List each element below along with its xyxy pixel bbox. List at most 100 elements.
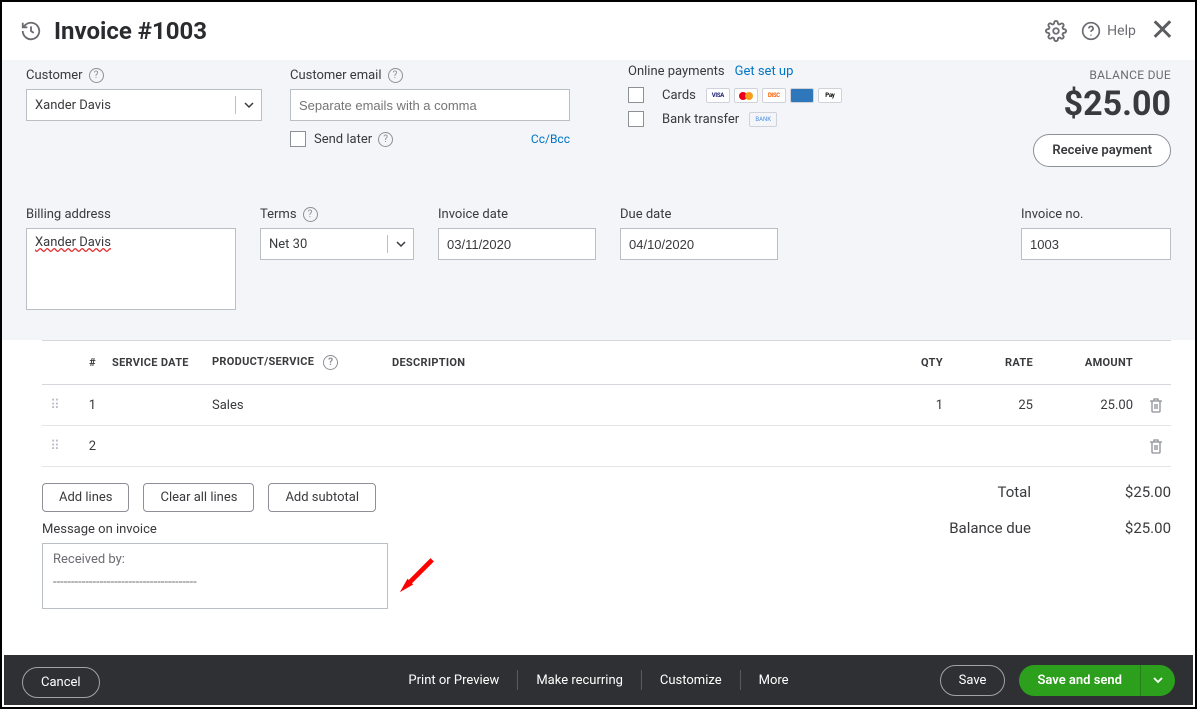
cell-description[interactable] [384,426,881,467]
message-on-invoice-label: Message on invoice [42,522,390,537]
history-icon[interactable] [20,20,42,42]
header-bar: Invoice #1003 Help ✕ [2,2,1195,60]
message-on-invoice-input[interactable]: Received by: ---------------------------… [42,543,388,609]
cell-num: 1 [68,385,104,426]
balance-due-label: Balance due [949,519,1031,537]
apple-pay-icon: Pay [818,88,842,103]
cards-checkbox[interactable] [628,87,644,103]
online-payments-section: Online payments Get set up Cards VISA DI… [628,68,842,135]
amex-icon [790,88,814,103]
cell-service-date[interactable] [104,385,204,426]
trash-icon[interactable] [1149,397,1163,413]
cell-qty[interactable]: 1 [881,385,951,426]
table-row[interactable]: ⠿ 1 Sales 1 25 25.00 [42,385,1171,426]
line-item-buttons: Add lines Clear all lines Add subtotal M… [42,483,390,609]
get-set-up-link[interactable]: Get set up [735,64,794,79]
total-value: $25.00 [1091,483,1171,501]
online-payments-label: Online payments [628,64,725,79]
add-lines-button[interactable]: Add lines [42,483,129,512]
cell-product[interactable] [204,426,384,467]
cancel-button[interactable]: Cancel [22,667,100,698]
customer-field: Customer ? Xander Davis [26,68,262,121]
invoice-no-label: Invoice no. [1021,207,1171,222]
close-icon[interactable]: ✕ [1150,16,1175,46]
cell-product[interactable]: Sales [204,385,384,426]
col-amount: AMOUNT [1041,341,1141,385]
line-items-table: # SERVICE DATE PRODUCT/SERVICE ? DESCRIP… [42,340,1171,467]
balance-due-amount: $25.00 [1033,84,1171,124]
invoice-no-input[interactable] [1021,228,1171,260]
cell-amount[interactable]: 25.00 [1041,385,1141,426]
terms-label: Terms [260,207,297,222]
cards-label: Cards [662,88,696,103]
bank-icon: BANK [749,112,777,127]
email-label: Customer email ? [290,68,570,83]
billing-address-label: Billing address [26,207,236,222]
col-product: PRODUCT/SERVICE ? [204,341,384,385]
discover-icon: DISC [762,88,786,103]
gear-icon[interactable] [1045,20,1067,42]
mastercard-icon [734,88,758,103]
bank-transfer-label: Bank transfer [662,112,739,127]
billing-address-input[interactable]: Xander Davis [26,228,236,310]
customer-label: Customer ? [26,68,262,83]
clear-all-lines-button[interactable]: Clear all lines [143,483,254,512]
col-qty: QTY [881,341,951,385]
terms-field: Terms ? Net 30 [260,207,414,260]
customize-button[interactable]: Customize [642,673,740,688]
customer-combo[interactable]: Xander Davis [26,89,262,121]
trash-icon[interactable] [1149,438,1163,454]
col-num: # [68,341,104,385]
col-rate: RATE [951,341,1041,385]
help-label: Help [1107,23,1136,39]
totals-section: Total $25.00 Balance due $25.00 [949,483,1171,555]
cell-qty[interactable] [881,426,951,467]
due-date-field: Due date [620,207,778,260]
drag-handle-icon[interactable]: ⠿ [50,439,60,454]
billing-address-field: Billing address Xander Davis [26,207,236,310]
bank-transfer-checkbox[interactable] [628,111,644,127]
cell-service-date[interactable] [104,426,204,467]
page-title: Invoice #1003 [54,17,207,45]
invoice-date-input[interactable] [438,228,596,260]
help-icon[interactable]: ? [378,132,393,147]
print-preview-button[interactable]: Print or Preview [390,673,517,688]
balance-section: BALANCE DUE $25.00 Receive payment [1033,68,1171,167]
email-input[interactable] [290,89,570,121]
more-button[interactable]: More [741,673,807,688]
add-subtotal-button[interactable]: Add subtotal [268,483,376,512]
receive-payment-button[interactable]: Receive payment [1033,134,1171,167]
terms-combo[interactable]: Net 30 [260,228,414,260]
help-icon[interactable]: ? [89,68,104,83]
visa-icon: VISA [706,88,730,103]
col-description: DESCRIPTION [384,341,881,385]
cell-rate[interactable]: 25 [951,385,1041,426]
cell-num: 2 [68,426,104,467]
terms-value: Net 30 [269,237,387,252]
save-button[interactable]: Save [940,665,1006,696]
cell-description[interactable] [384,385,881,426]
cell-amount[interactable] [1041,426,1141,467]
balance-due-label: BALANCE DUE [1033,68,1171,82]
send-later-checkbox[interactable] [290,131,306,147]
help-button[interactable]: Help [1081,21,1136,41]
help-icon[interactable]: ? [303,207,318,222]
due-date-input[interactable] [620,228,778,260]
ccbcc-link[interactable]: Cc/Bcc [531,132,570,146]
save-and-send-button[interactable]: Save and send [1019,665,1175,696]
chevron-down-icon[interactable] [235,96,261,114]
help-icon[interactable]: ? [388,68,403,83]
help-icon[interactable]: ? [323,355,338,370]
footer-bar: Cancel Print or Preview Make recurring C… [4,655,1193,705]
cell-rate[interactable] [951,426,1041,467]
make-recurring-button[interactable]: Make recurring [518,673,641,688]
col-service-date: SERVICE DATE [104,341,204,385]
email-field: Customer email ? Send later ? Cc/Bcc [290,68,570,147]
due-date-label: Due date [620,207,778,222]
invoice-no-field: Invoice no. [1021,207,1171,260]
chevron-down-icon[interactable] [1140,665,1175,696]
table-row[interactable]: ⠿ 2 [42,426,1171,467]
drag-handle-icon[interactable]: ⠿ [50,398,60,413]
chevron-down-icon[interactable] [387,235,413,253]
line-items-section: # SERVICE DATE PRODUCT/SERVICE ? DESCRIP… [2,340,1195,609]
